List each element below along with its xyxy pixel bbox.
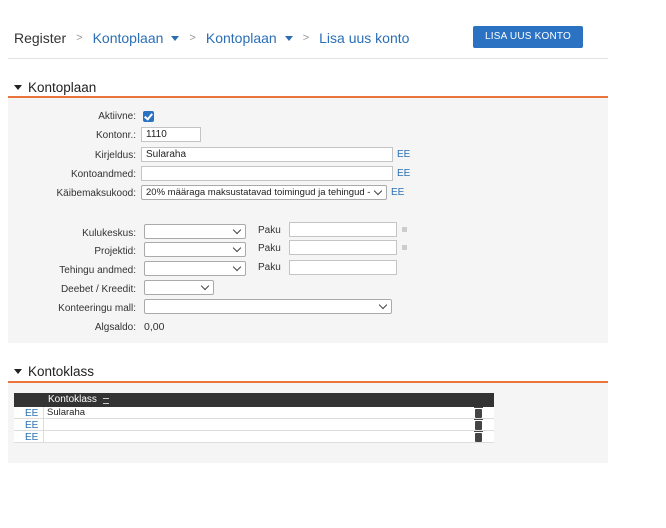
deebet-label: Deebet / Kreedit: <box>60 284 136 295</box>
chevron-down-icon <box>232 243 242 253</box>
triangle-down-icon[interactable] <box>14 369 22 374</box>
list-icon[interactable] <box>402 227 407 232</box>
kontonr-input[interactable]: 1110 <box>141 127 201 142</box>
row-value[interactable]: Sularaha <box>43 407 489 418</box>
kontoklass-column-header[interactable]: Kontoklass <box>48 393 97 407</box>
breadcrumb-separator-icon: > <box>189 32 196 44</box>
add-account-button[interactable]: LISA UUS KONTO <box>473 26 583 48</box>
deebet-select[interactable] <box>144 280 214 295</box>
chevron-down-icon <box>232 262 242 272</box>
active-label: Aktiivne: <box>98 111 136 122</box>
caret-down-icon[interactable] <box>284 35 293 41</box>
projektid-label: Projektid: <box>94 246 136 257</box>
projektid-paku-input[interactable] <box>289 240 397 255</box>
kulukeskus-paku-label: Paku <box>258 225 281 236</box>
row-value[interactable] <box>43 431 489 442</box>
kaibemaks-ee-link[interactable]: EE <box>391 187 404 198</box>
kaibemaks-value: 20% määraga maksustatavad toimingud ja t… <box>146 187 371 198</box>
list-icon[interactable] <box>402 245 407 250</box>
chevron-down-icon <box>378 300 388 310</box>
kirjeldus-label: Kirjeldus: <box>94 150 136 161</box>
projektid-paku-label: Paku <box>258 243 281 254</box>
kulukeskus-select[interactable] <box>144 224 246 239</box>
konteering-select[interactable] <box>144 299 392 314</box>
trash-icon[interactable] <box>474 407 483 418</box>
kulukeskus-label: Kulukeskus: <box>82 228 136 239</box>
breadcrumb-root[interactable]: Register <box>14 30 66 46</box>
breadcrumb-kontoplaan-2-label: Kontoplaan <box>205 30 277 46</box>
chevron-down-icon <box>373 186 383 196</box>
row-ee-link[interactable]: EE <box>25 408 38 419</box>
kontoandmed-input[interactable] <box>141 166 393 181</box>
active-checkbox[interactable] <box>143 111 154 122</box>
table-row: EE <box>14 419 494 431</box>
table-row: EE Sularaha <box>14 407 494 419</box>
breadcrumb-kontoplaan-2[interactable]: Kontoplaan <box>206 30 293 46</box>
header-divider <box>8 58 608 59</box>
projektid-select[interactable] <box>144 242 246 257</box>
tehingu-label: Tehingu andmed: <box>59 265 136 276</box>
section-kontoplaan-header[interactable]: Kontoplaan <box>14 80 96 95</box>
algsaldo-value: 0,00 <box>144 321 165 333</box>
row-value[interactable] <box>43 419 489 430</box>
breadcrumb: Register > Kontoplaan > Kontoplaan > Lis… <box>14 28 409 48</box>
kontoandmed-ee-link[interactable]: EE <box>397 168 410 179</box>
kaibemaks-select[interactable]: 20% määraga maksustatavad toimingud ja t… <box>141 185 387 200</box>
breadcrumb-kontoplaan-1[interactable]: Kontoplaan <box>93 30 180 46</box>
kirjeldus-ee-link[interactable]: EE <box>397 149 410 160</box>
kirjeldus-input[interactable]: Sularaha <box>141 147 393 162</box>
trash-icon[interactable] <box>474 419 483 430</box>
breadcrumb-current[interactable]: Lisa uus konto <box>319 30 409 46</box>
trash-icon[interactable] <box>474 431 483 442</box>
section-kontoplaan-title: Kontoplaan <box>28 80 97 95</box>
section-kontoklass-header[interactable]: Kontoklass <box>14 364 94 379</box>
chevron-down-icon <box>200 281 210 291</box>
kontoklass-table-header: Kontoklass <box>14 393 494 407</box>
list-icon[interactable] <box>103 398 109 404</box>
row-ee-link[interactable]: EE <box>25 432 38 443</box>
breadcrumb-separator-icon: > <box>302 32 310 44</box>
konteering-label: Konteeringu mall: <box>58 303 136 314</box>
kulukeskus-paku-input[interactable] <box>289 222 397 237</box>
tehingu-paku-input[interactable] <box>289 260 397 275</box>
caret-down-icon[interactable] <box>171 35 180 41</box>
tehingu-select[interactable] <box>144 261 246 276</box>
algsaldo-label: Algsaldo: <box>94 322 136 333</box>
kaibemaks-label: Käibemaksukood: <box>56 188 137 199</box>
tehingu-paku-label: Paku <box>258 262 281 273</box>
kontonr-label: Kontonr.: <box>95 130 136 141</box>
breadcrumb-separator-icon: > <box>76 32 83 44</box>
table-row: EE <box>14 431 494 443</box>
breadcrumb-kontoplaan-1-label: Kontoplaan <box>92 30 164 46</box>
row-ee-link[interactable]: EE <box>25 420 38 431</box>
kontoandmed-label: Kontoandmed: <box>70 169 136 180</box>
section-kontoklass-title: Kontoklass <box>28 364 95 379</box>
chevron-down-icon <box>232 225 242 235</box>
triangle-down-icon[interactable] <box>14 85 22 90</box>
